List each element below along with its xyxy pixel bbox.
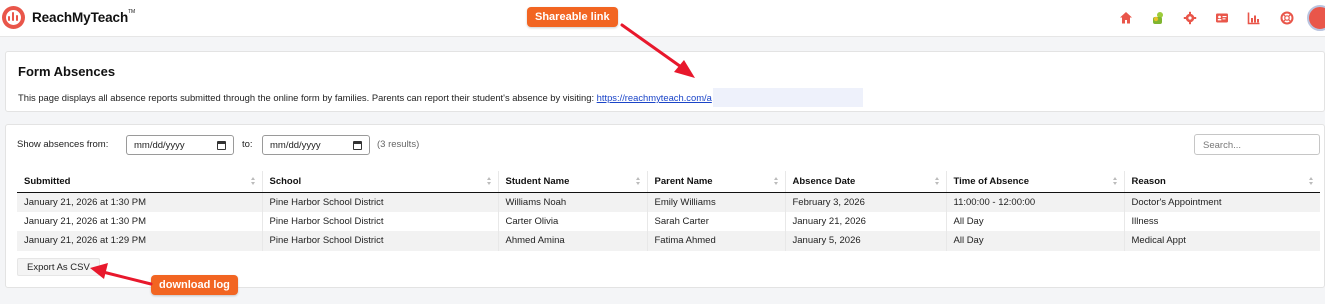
cell-parent-name: Emily Williams <box>647 192 786 212</box>
from-date-label: Show absences from: <box>17 139 109 150</box>
cell-time-of-absence: 11:00:00 - 12:00:00 <box>946 192 1125 212</box>
absences-table-card: Show absences from: mm/dd/yyyy to: mm/dd… <box>5 124 1325 288</box>
sort-icon[interactable] <box>1112 177 1118 186</box>
cell-time-of-absence: All Day <box>946 211 1125 231</box>
download-log-callout: download log <box>151 275 238 295</box>
cell-parent-name: Sarah Carter <box>647 211 786 231</box>
cell-absence-date: January 21, 2026 <box>785 211 947 231</box>
cell-time-of-absence: All Day <box>946 231 1125 251</box>
sort-icon[interactable] <box>250 177 256 186</box>
cell-submitted: January 21, 2026 at 1:30 PM <box>17 192 263 212</box>
reachmyteach-logo-icon[interactable] <box>2 6 25 29</box>
page-title: Form Absences <box>18 64 116 79</box>
table-header-row: Submitted School Student Name Parent Nam… <box>17 171 1320 193</box>
description-text: This page displays all absence reports s… <box>18 91 595 103</box>
column-header-reason[interactable]: Reason <box>1124 171 1320 193</box>
from-date-input[interactable]: mm/dd/yyyy <box>126 135 234 155</box>
column-header-submitted[interactable]: Submitted <box>17 171 263 193</box>
column-header-student-name[interactable]: Student Name <box>498 171 648 193</box>
sort-icon[interactable] <box>773 177 779 186</box>
redacted-link-region <box>712 88 863 107</box>
cell-student-name: Williams Noah <box>498 192 648 212</box>
calendar-icon[interactable] <box>217 141 226 150</box>
cell-reason: Illness <box>1124 211 1320 231</box>
sort-icon[interactable] <box>1309 177 1314 186</box>
page-description: This page displays all absence reports s… <box>18 88 863 108</box>
export-csv-button[interactable]: Export As CSV <box>17 258 100 276</box>
app-brand-name[interactable]: ReachMyTeachTM <box>32 9 135 25</box>
reports-chart-icon[interactable] <box>1247 11 1261 25</box>
cell-reason: Doctor's Appointment <box>1124 192 1320 212</box>
cell-absence-date: January 5, 2026 <box>785 231 947 251</box>
cell-absence-date: February 3, 2026 <box>785 192 947 212</box>
shareable-link-callout: Shareable link <box>527 7 618 27</box>
help-lifebuoy-icon[interactable] <box>1280 11 1294 25</box>
cell-school: Pine Harbor School District <box>262 231 499 251</box>
top-navigation-bar: ReachMyTeachTM <box>0 0 1325 37</box>
column-header-parent-name[interactable]: Parent Name <box>647 171 786 193</box>
cell-student-name: Carter Olivia <box>498 211 648 231</box>
page-header-card: Form Absences This page displays all abs… <box>5 51 1325 112</box>
to-date-input[interactable]: mm/dd/yyyy <box>262 135 370 155</box>
cell-submitted: January 21, 2026 at 1:29 PM <box>17 231 263 251</box>
shareable-form-link[interactable]: https://reachmyteach.com/a <box>597 92 712 103</box>
to-date-label: to: <box>242 139 253 150</box>
sort-icon[interactable] <box>486 177 492 186</box>
column-header-school[interactable]: School <box>262 171 499 193</box>
calendar-icon[interactable] <box>353 141 362 150</box>
contact-card-icon[interactable] <box>1215 11 1229 25</box>
table-row: January 21, 2026 at 1:29 PM Pine Harbor … <box>17 231 1320 251</box>
table-row: January 21, 2026 at 1:30 PM Pine Harbor … <box>17 192 1320 212</box>
column-header-time-of-absence[interactable]: Time of Absence <box>946 171 1125 193</box>
home-icon[interactable] <box>1119 11 1133 25</box>
sort-icon[interactable] <box>635 177 641 186</box>
absences-table: Submitted School Student Name Parent Nam… <box>17 171 1320 251</box>
cell-school: Pine Harbor School District <box>262 211 499 231</box>
students-icon[interactable] <box>1151 11 1165 25</box>
cell-submitted: January 21, 2026 at 1:30 PM <box>17 211 263 231</box>
user-avatar[interactable] <box>1307 5 1325 31</box>
cell-student-name: Ahmed Amina <box>498 231 648 251</box>
cell-reason: Medical Appt <box>1124 231 1320 251</box>
results-count: (3 results) <box>377 139 420 150</box>
column-header-absence-date[interactable]: Absence Date <box>785 171 947 193</box>
settings-icon[interactable] <box>1183 11 1197 25</box>
sort-icon[interactable] <box>934 177 940 186</box>
search-input[interactable]: Search... <box>1194 134 1320 155</box>
from-date-placeholder: mm/dd/yyyy <box>134 140 185 151</box>
cell-school: Pine Harbor School District <box>262 192 499 212</box>
table-row: January 21, 2026 at 1:30 PM Pine Harbor … <box>17 211 1320 231</box>
to-date-placeholder: mm/dd/yyyy <box>270 140 321 151</box>
cell-parent-name: Fatima Ahmed <box>647 231 786 251</box>
